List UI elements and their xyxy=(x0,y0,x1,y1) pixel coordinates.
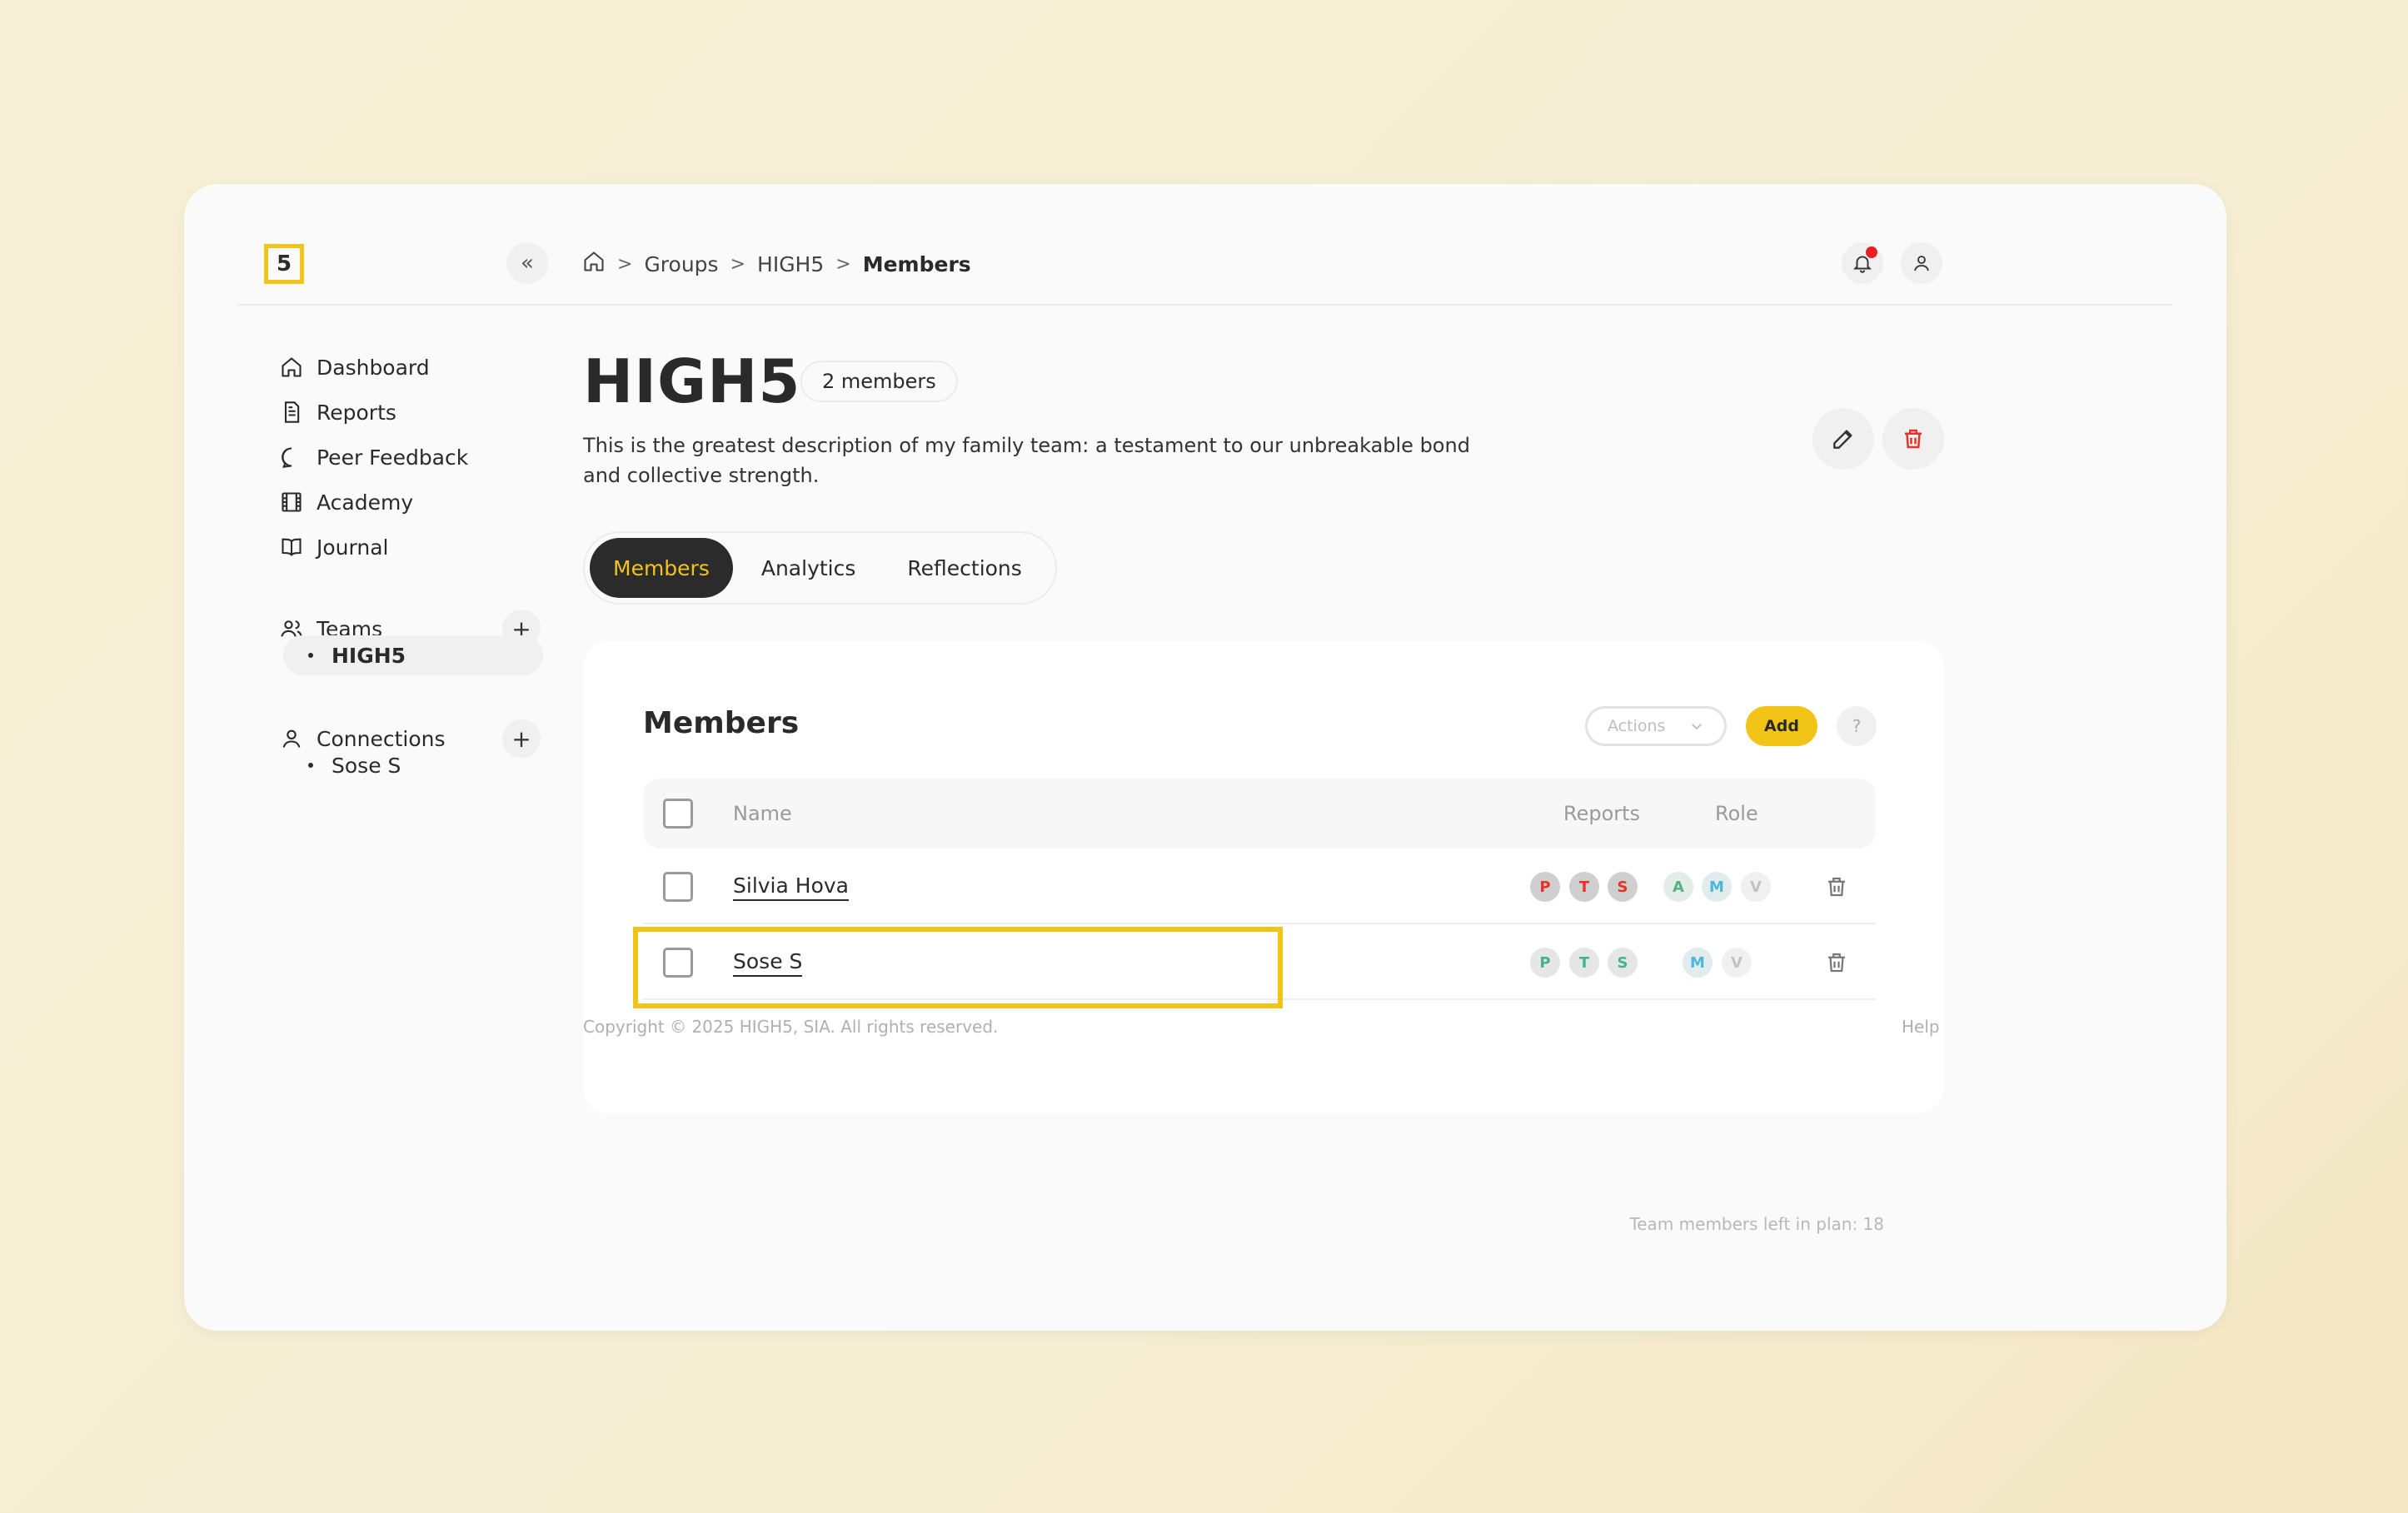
bullet-icon xyxy=(308,653,313,658)
help-button[interactable]: ? xyxy=(1837,706,1877,746)
table-header: Name Reports Role xyxy=(643,779,1876,849)
collapse-icon: « xyxy=(521,251,534,276)
sidebar-item-label: Academy xyxy=(317,490,414,515)
bullet-icon xyxy=(308,763,313,768)
tab-reflections[interactable]: Reflections xyxy=(884,538,1044,598)
breadcrumb-separator: > xyxy=(835,253,851,275)
report-chip[interactable]: S xyxy=(1608,948,1638,978)
team-label: HIGH5 xyxy=(332,643,406,668)
report-chip[interactable]: T xyxy=(1569,948,1599,978)
breadcrumb-separator: > xyxy=(617,253,633,275)
page-title: HIGH5 xyxy=(583,346,801,416)
actions-dropdown[interactable]: Actions xyxy=(1585,706,1727,746)
sidebar-connection-sose-s[interactable]: Sose S xyxy=(283,745,543,785)
members-card: Members Actions Add ? Name Reports Role … xyxy=(583,641,1944,1234)
column-name[interactable]: Name xyxy=(733,779,792,849)
delete-group-button[interactable] xyxy=(1882,408,1944,470)
collapse-sidebar-button[interactable]: « xyxy=(506,242,548,284)
high5-logo[interactable]: 5 xyxy=(264,244,304,284)
footer-help-link[interactable]: Help xyxy=(1902,1017,1940,1037)
trash-icon xyxy=(1828,877,1845,897)
breadcrumb-groups[interactable]: Groups xyxy=(644,252,718,276)
row-highlight-box xyxy=(633,927,1283,1008)
breadcrumb-separator: > xyxy=(730,253,746,275)
book-icon xyxy=(282,538,302,556)
sidebar-item-reports[interactable]: Reports xyxy=(280,396,546,429)
report-chip[interactable]: T xyxy=(1569,872,1599,902)
breadcrumb-high5[interactable]: HIGH5 xyxy=(757,252,824,276)
report-chip[interactable]: P xyxy=(1530,948,1560,978)
select-all-checkbox[interactable] xyxy=(663,799,693,829)
sidebar-item-label: Reports xyxy=(317,400,396,425)
role-chip[interactable]: M xyxy=(1683,948,1713,978)
table-row: Silvia Hova P T S A M V xyxy=(643,849,1876,924)
role-chip[interactable]: M xyxy=(1702,872,1732,902)
card-title: Members xyxy=(643,706,800,740)
user-icon xyxy=(1914,256,1929,271)
member-name-link[interactable]: Silvia Hova xyxy=(733,849,849,924)
role-chip[interactable]: A xyxy=(1663,872,1693,902)
sidebar: Dashboard Reports Peer Feedback Academy … xyxy=(280,351,546,564)
chat-icon xyxy=(282,447,292,468)
row-checkbox[interactable] xyxy=(663,872,693,902)
remove-member-button[interactable] xyxy=(1824,873,1849,901)
column-role: Role xyxy=(1715,802,1758,825)
role-chip[interactable]: V xyxy=(1741,872,1771,902)
add-member-button[interactable]: Add xyxy=(1746,706,1817,746)
notification-dot xyxy=(1866,246,1877,258)
sidebar-item-label: Journal xyxy=(317,535,389,560)
sidebar-item-label: Dashboard xyxy=(317,355,430,380)
home-icon xyxy=(282,357,302,377)
pencil-icon xyxy=(1833,430,1852,449)
sidebar-item-peer-feedback[interactable]: Peer Feedback xyxy=(280,440,546,474)
connection-label: Sose S xyxy=(332,753,401,778)
chevron-down-icon xyxy=(1692,724,1702,730)
home-icon[interactable] xyxy=(582,250,606,278)
breadcrumb: > Groups > HIGH5 > Members xyxy=(582,249,971,279)
view-tabs: Members Analytics Reflections xyxy=(583,531,1057,605)
notifications-button[interactable] xyxy=(1842,242,1883,284)
report-chip[interactable]: P xyxy=(1530,872,1560,902)
column-reports: Reports xyxy=(1563,802,1641,825)
logo-text: 5 xyxy=(276,251,292,276)
member-count-badge: 2 members xyxy=(800,361,958,402)
plan-remaining-text: Team members left in plan: 18 xyxy=(1629,1214,1884,1234)
sidebar-item-label: Peer Feedback xyxy=(317,445,469,470)
breadcrumb-current: Members xyxy=(862,251,971,276)
group-description: This is the greatest description of my f… xyxy=(583,434,1470,487)
actions-label: Actions xyxy=(1608,717,1666,735)
edit-group-button[interactable] xyxy=(1812,408,1874,470)
film-icon xyxy=(282,492,302,512)
app-window: 5 « > Groups > HIGH5 > Members Dashboard… xyxy=(184,184,2226,1331)
trash-icon xyxy=(1828,953,1845,973)
report-chip[interactable]: S xyxy=(1608,872,1638,902)
profile-button[interactable] xyxy=(1901,242,1942,284)
document-icon xyxy=(284,401,300,423)
sidebar-item-dashboard[interactable]: Dashboard xyxy=(280,351,546,384)
sidebar-item-academy[interactable]: Academy xyxy=(280,485,546,519)
tab-analytics[interactable]: Analytics xyxy=(738,538,880,598)
sidebar-team-high5[interactable]: HIGH5 xyxy=(283,635,543,675)
role-chip[interactable]: V xyxy=(1722,948,1752,978)
tab-members[interactable]: Members xyxy=(590,538,733,598)
copyright-text: Copyright © 2025 HIGH5, SIA. All rights … xyxy=(583,1017,999,1037)
header-divider xyxy=(237,304,2173,306)
sidebar-item-journal[interactable]: Journal xyxy=(280,530,546,564)
remove-member-button[interactable] xyxy=(1824,948,1849,977)
trash-icon xyxy=(1905,429,1922,449)
